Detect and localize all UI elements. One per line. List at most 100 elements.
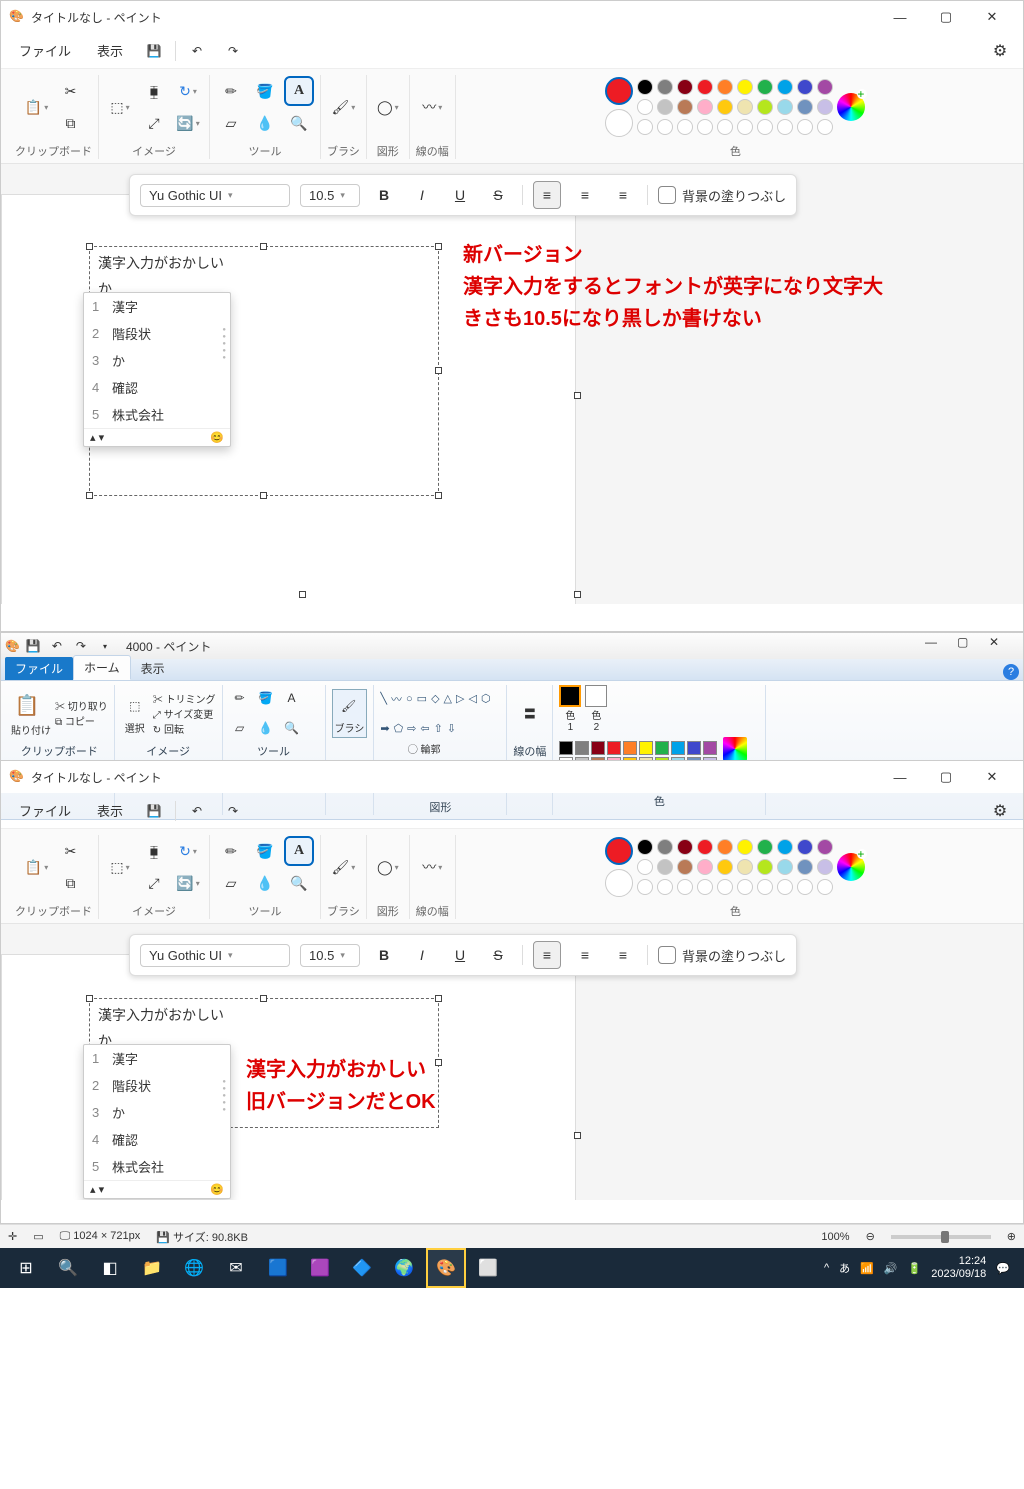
app-icon-5[interactable]: ⬜ <box>468 1248 508 1288</box>
shapes-button[interactable]: ◯ <box>373 92 403 122</box>
menu-file[interactable]: ファイル <box>9 797 81 824</box>
ime-candidate[interactable]: 4確認 <box>84 1126 230 1153</box>
undo-button[interactable]: ↶ <box>182 36 212 66</box>
resize-button[interactable]: ⤢ <box>139 868 169 898</box>
paint-taskbar-icon[interactable]: 🎨 <box>426 1248 466 1288</box>
color-swatch[interactable] <box>797 839 813 855</box>
color-swatch[interactable] <box>639 741 653 755</box>
qat-dropdown[interactable]: ▾ <box>94 635 116 657</box>
align-right-button[interactable]: ≡ <box>609 941 637 969</box>
cut-button[interactable]: ✂ <box>56 76 86 106</box>
settings-button[interactable]: ⚙ <box>985 36 1015 66</box>
zoom-in-button[interactable]: ⊕ <box>1007 1230 1016 1243</box>
ime-candidate[interactable]: 1漢字 <box>84 293 230 320</box>
paste-button[interactable]: 📋 <box>22 852 52 882</box>
color-swatch[interactable] <box>817 879 833 895</box>
fill-tool[interactable]: 🪣 <box>250 76 280 106</box>
copy-button[interactable]: ⧉ <box>56 868 86 898</box>
color-swatch[interactable] <box>757 839 773 855</box>
color-swatch[interactable] <box>637 119 653 135</box>
flip-button[interactable]: 🔄 <box>173 108 203 138</box>
explorer-icon[interactable]: 📁 <box>132 1248 172 1288</box>
color-swatch[interactable] <box>717 879 733 895</box>
align-left-button[interactable]: ≡ <box>533 941 561 969</box>
cut-button[interactable]: ✂ 切り取り <box>55 698 108 713</box>
font-size-dropdown[interactable]: 10.5▾ <box>300 944 360 967</box>
edge-icon[interactable]: 🌐 <box>174 1248 214 1288</box>
color-swatch[interactable] <box>757 859 773 875</box>
ime-candidate[interactable]: 5株式会社 <box>84 1153 230 1180</box>
undo-button[interactable]: ↶ <box>182 796 212 826</box>
close-button[interactable]: ✕ <box>969 1 1015 33</box>
color-swatch[interactable] <box>717 99 733 115</box>
select-button[interactable]: ⬚ <box>105 852 135 882</box>
italic-button[interactable]: I <box>408 181 436 209</box>
notifications-icon[interactable]: 💬 <box>996 1262 1010 1275</box>
underline-button[interactable]: U <box>446 941 474 969</box>
color-swatch[interactable] <box>677 839 693 855</box>
brushes-button[interactable]: 🖌 <box>328 92 358 122</box>
picker-tool[interactable]: 💧 <box>250 868 280 898</box>
color-swatch[interactable] <box>575 741 589 755</box>
color-swatch[interactable] <box>817 859 833 875</box>
color-swatch[interactable] <box>817 119 833 135</box>
save-button[interactable]: 💾 <box>139 796 169 826</box>
color-swatch[interactable] <box>655 741 669 755</box>
color-swatch[interactable] <box>657 859 673 875</box>
app-icon-2[interactable]: 🟪 <box>300 1248 340 1288</box>
ime-candidate[interactable]: 3か <box>84 1099 230 1126</box>
fill-tool[interactable]: 🪣 <box>255 687 277 709</box>
font-family-dropdown[interactable]: Yu Gothic UI▾ <box>140 944 290 967</box>
color-swatch[interactable] <box>697 99 713 115</box>
ime-emoji-icon[interactable]: 😊 <box>210 431 224 444</box>
linewidth-button[interactable]: 〓 <box>516 699 544 727</box>
color-swatch[interactable] <box>671 741 685 755</box>
color-swatch[interactable] <box>797 99 813 115</box>
brushes-button[interactable]: 🖌 <box>328 852 358 882</box>
volume-icon[interactable]: 🔊 <box>884 1262 898 1275</box>
eraser-tool[interactable]: ▱ <box>216 108 246 138</box>
start-button[interactable]: ⊞ <box>6 1248 46 1288</box>
color-swatch[interactable] <box>677 859 693 875</box>
resize-button[interactable]: ⤢ <box>139 108 169 138</box>
trim-button[interactable]: ✂ トリミング <box>153 691 216 706</box>
taskview-button[interactable]: ◧ <box>90 1248 130 1288</box>
outline-button[interactable]: ◯ 輪郭 <box>408 741 441 756</box>
eraser-tool[interactable]: ▱ <box>229 717 251 739</box>
text-tool[interactable]: A <box>281 687 303 709</box>
color-swatch[interactable] <box>637 859 653 875</box>
maximize-button[interactable]: ▢ <box>923 1 969 33</box>
underline-button[interactable]: U <box>446 181 474 209</box>
pencil-tool[interactable]: ✏ <box>216 76 246 106</box>
color-swatch[interactable] <box>637 99 653 115</box>
font-family-dropdown[interactable]: Yu Gothic UI▾ <box>140 184 290 207</box>
maximize-button[interactable]: ▢ <box>957 635 987 657</box>
edit-colors[interactable] <box>723 737 747 761</box>
bold-button[interactable]: B <box>370 941 398 969</box>
color-swatch[interactable] <box>687 741 701 755</box>
color-swatch[interactable] <box>737 119 753 135</box>
paste-button[interactable]: 📋 <box>22 92 52 122</box>
color-swatch[interactable] <box>777 879 793 895</box>
rotate-button[interactable]: ↻ 回転 <box>153 721 216 736</box>
color1-swatch[interactable] <box>605 77 633 105</box>
pencil-tool[interactable]: ✏ <box>216 836 246 866</box>
color-swatch[interactable] <box>777 859 793 875</box>
color-swatch[interactable] <box>637 879 653 895</box>
bg-fill-checkbox[interactable]: 背景の塗りつぶし <box>658 186 786 205</box>
color1[interactable] <box>559 685 581 707</box>
color-swatch[interactable] <box>757 99 773 115</box>
color-swatch[interactable] <box>777 839 793 855</box>
battery-icon[interactable]: 🔋 <box>908 1262 922 1275</box>
color-swatch[interactable] <box>657 99 673 115</box>
copy-button[interactable]: ⧉ <box>56 108 86 138</box>
color-swatch[interactable] <box>777 99 793 115</box>
color-swatch[interactable] <box>657 839 673 855</box>
ime-emoji-icon[interactable]: 😊 <box>210 1183 224 1196</box>
menu-view[interactable]: 表示 <box>87 37 133 64</box>
brush-button[interactable]: 🖌 <box>335 692 363 720</box>
edit-colors-button[interactable] <box>837 93 865 121</box>
app-icon-4[interactable]: 🌍 <box>384 1248 424 1288</box>
color-swatch[interactable] <box>717 119 733 135</box>
crop-button[interactable]: ⧯ <box>139 836 169 866</box>
